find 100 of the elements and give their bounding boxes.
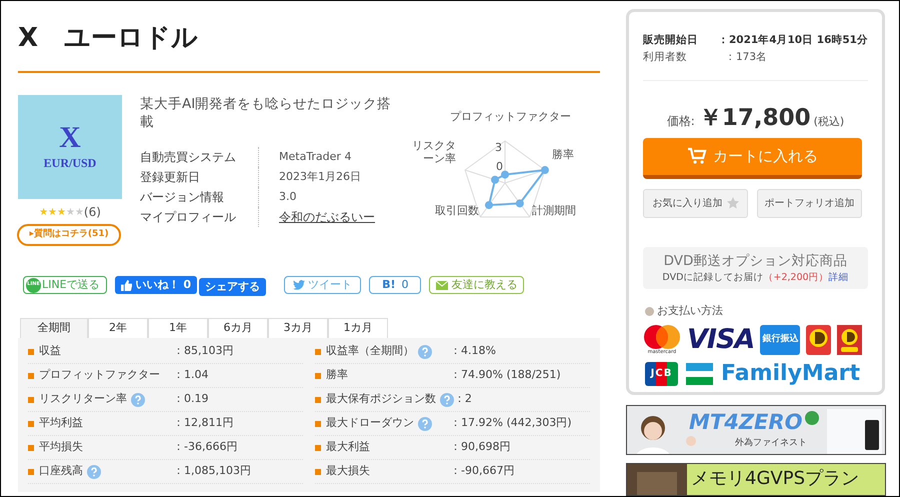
stat-value: ：-36,666円 xyxy=(173,439,238,456)
stat-value: ：12,811円 xyxy=(173,415,234,432)
review-count: (6) xyxy=(84,204,101,221)
stat-value: ：85,103円 xyxy=(173,343,234,360)
stat-label: 収益 xyxy=(39,343,61,360)
stat-label: 最大利益 xyxy=(326,439,370,456)
tick-label: 3 xyxy=(495,140,502,156)
data-point xyxy=(491,176,500,184)
cart-icon xyxy=(687,147,707,165)
bullet-icon xyxy=(28,468,34,474)
info-label: マイプロフィール xyxy=(140,209,237,226)
axis-label: プロフィットファクター xyxy=(450,109,571,125)
help-icon[interactable] xyxy=(418,344,432,358)
favorite-button[interactable]: お気に入り追加 xyxy=(643,188,748,218)
familymart-logo: FamilyMart xyxy=(721,362,860,386)
dvd-fee: （+2,200円） xyxy=(763,270,829,285)
stat-label: 収益率（全期間） xyxy=(326,343,414,360)
star-icon: ★ xyxy=(39,204,48,220)
share-button[interactable]: シェアする xyxy=(199,278,266,296)
bullet-icon xyxy=(28,348,34,354)
payment-title: お支払い方法 xyxy=(657,303,723,319)
ad-banner[interactable]: メモリ4GVPSプラン xyxy=(626,463,886,496)
stat-label: 最大保有ポジション数 xyxy=(326,391,436,408)
data-point xyxy=(540,166,549,174)
stat-value: ：90,698円 xyxy=(450,439,512,456)
tax-note: (税込) xyxy=(814,114,844,130)
period-tab[interactable]: 1年 xyxy=(148,318,208,338)
product-headline: 某大手AI開発者をも唸らせたロジック搭載 xyxy=(140,95,392,131)
period-tab[interactable]: 3カ月 xyxy=(268,318,328,338)
price-amount: ￥17,800 xyxy=(698,104,811,133)
stat-value: ：1.04 xyxy=(173,367,210,384)
bullet-icon xyxy=(315,420,321,426)
stat-label: プロフィットファクター xyxy=(39,367,160,384)
stat-label: 最大損失 xyxy=(326,463,370,480)
familymart-stripes-icon xyxy=(686,362,713,384)
stat-label: 口座残高 xyxy=(39,463,83,480)
portfolio-button[interactable]: ポートフォリオ追加 xyxy=(757,188,862,218)
d-logo xyxy=(806,325,832,355)
stat-value: ：17.92% (442,303円) xyxy=(450,415,573,432)
bullet-icon xyxy=(315,444,321,450)
stat-label: 勝率 xyxy=(326,367,348,384)
detail-label: 利用者数 xyxy=(643,50,688,65)
help-icon[interactable] xyxy=(440,392,454,406)
data-point xyxy=(484,201,493,210)
detail-label: 販売開始日 xyxy=(643,33,699,48)
star-icon: ★ xyxy=(48,204,58,220)
bullet-icon xyxy=(315,372,321,378)
info-label: 登録更新日 xyxy=(140,169,201,186)
bullet-icon xyxy=(28,444,34,450)
ad-banner[interactable]: MT4ZERO 外為ファイネスト xyxy=(626,405,886,456)
stat-value: ：4.18% xyxy=(450,343,497,360)
stat-value: ：2 xyxy=(454,391,473,408)
period-tab[interactable]: 2年 xyxy=(88,318,148,338)
stat-label: 最大ドローダウン xyxy=(326,415,414,432)
stat-label: 平均利益 xyxy=(39,415,83,432)
detail-value: ：2021年4月10日 16時51分 xyxy=(718,33,868,48)
stat-value: ：0.19 xyxy=(173,391,210,408)
stat-value: ：74.90% (188/251) xyxy=(450,367,562,384)
banner-subtitle: 外為ファイネスト xyxy=(735,437,807,450)
detail-value: ：173名 xyxy=(725,50,768,65)
help-icon[interactable] xyxy=(418,416,432,430)
bank-transfer-logo: 銀行振込 xyxy=(760,325,800,355)
info-label: 自動売買システム xyxy=(140,149,237,166)
star-icon: ★ xyxy=(66,204,75,220)
bullet-icon xyxy=(315,348,321,354)
axis-label: 取引回数 xyxy=(435,203,479,219)
price-label: 価格: xyxy=(666,113,695,130)
bookmark-button[interactable]: B! 0 xyxy=(369,276,422,294)
bullet-icon xyxy=(28,420,34,426)
visa-logo: VISA xyxy=(687,326,754,354)
period-tab[interactable]: 全期間 xyxy=(20,318,88,338)
bullet-icon xyxy=(28,372,34,378)
bullet-icon xyxy=(315,468,321,474)
data-point xyxy=(501,170,509,179)
help-icon[interactable] xyxy=(87,464,101,478)
info-value: 2023年1月26日 xyxy=(279,168,361,185)
axis-label: 勝率 xyxy=(552,147,574,163)
details-link[interactable]: 詳細 xyxy=(828,270,849,285)
like-button[interactable]: いいね！ 0 xyxy=(114,276,198,294)
bird-icon xyxy=(293,280,306,290)
page-title: X ユーロドル xyxy=(18,22,200,55)
banner-title: MT4ZERO xyxy=(689,409,802,436)
info-label: バージョン情報 xyxy=(140,189,225,206)
period-tab[interactable]: 1カ月 xyxy=(328,318,388,338)
product-pair: EUR/USD xyxy=(44,155,96,172)
envelope-icon xyxy=(436,280,448,290)
star-icon: ★ xyxy=(57,204,66,220)
help-icon[interactable] xyxy=(131,392,145,406)
banner-title: メモリ4GVPSプラン xyxy=(691,468,859,490)
info-value: MetaTrader 4 xyxy=(279,148,352,165)
thumbs-up-icon xyxy=(120,280,132,290)
info-value: 3.0 xyxy=(279,188,296,205)
stat-value: ：-90,667円 xyxy=(450,463,516,480)
star-icon xyxy=(726,197,738,209)
profile-link[interactable]: 令和のだぶるいー xyxy=(279,208,375,226)
daily-logo xyxy=(837,325,862,355)
period-tab[interactable]: 6カ月 xyxy=(208,318,268,338)
dvd-title: DVD郵送オプション対応商品 xyxy=(664,252,848,270)
star-icon: ★ xyxy=(74,204,84,220)
stat-value: ：1,085,103円 xyxy=(173,463,252,480)
